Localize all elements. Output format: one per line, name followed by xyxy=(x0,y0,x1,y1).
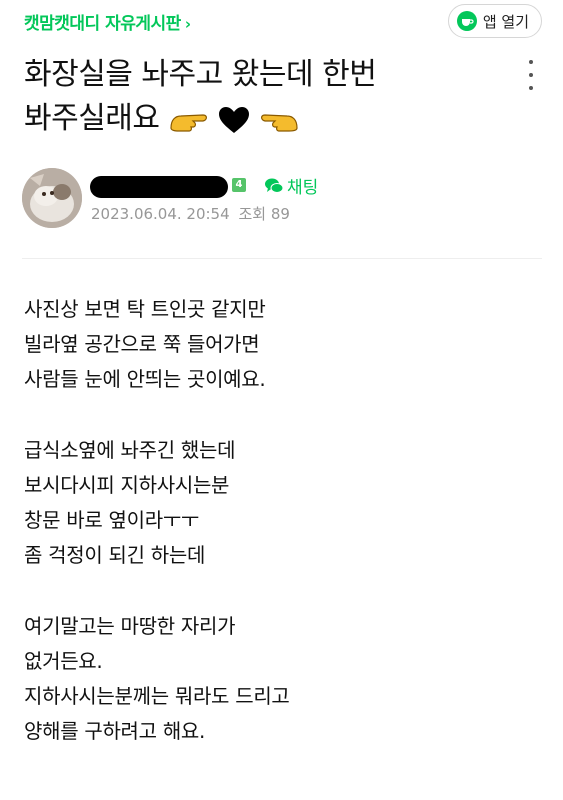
body-line: 빌라옆 공간으로 쭉 들어가면 xyxy=(24,332,260,356)
cafe-cup-icon xyxy=(456,11,477,31)
body-line: 지하사시는분께는 뭐라도 드리고 xyxy=(24,684,290,708)
body-line: 보시다시피 지하사시는분 xyxy=(24,473,230,497)
member-level-badge: 4 xyxy=(232,178,246,192)
views-label: 조회 xyxy=(238,205,267,223)
black-heart-icon xyxy=(218,107,249,133)
hand-pointing-right-icon xyxy=(169,114,207,132)
open-app-label: 앱 열기 xyxy=(482,12,529,31)
board-link[interactable]: 캣맘캣대디 자유게시판 › xyxy=(24,9,191,34)
title-line-2: 봐주실래요 xyxy=(24,101,160,136)
chat-button[interactable]: 채팅 xyxy=(264,173,318,198)
more-dot-icon xyxy=(529,73,533,77)
avatar-image xyxy=(22,168,82,228)
body-line: 사람들 눈에 안띄는 곳이예요. xyxy=(24,367,266,391)
chat-label: 채팅 xyxy=(287,178,319,198)
chat-bubble-icon xyxy=(265,178,284,193)
post-date: 2023.06.04. 20:54 xyxy=(91,205,230,223)
more-dot-icon xyxy=(529,86,533,90)
chevron-right-icon: › xyxy=(184,15,191,33)
body-line: 없거든요. xyxy=(24,649,103,673)
avatar[interactable] xyxy=(22,168,82,228)
top-bar: 캣맘캣대디 자유게시판 › 앱 열기 xyxy=(0,0,563,42)
post-meta: 2023.06.04. 20:54 조회 89 xyxy=(91,203,290,224)
board-name: 캣맘캣대디 자유게시판 xyxy=(24,14,181,34)
body-line: 급식소옆에 놔주긴 했는데 xyxy=(24,438,236,462)
more-dot-icon xyxy=(529,60,533,64)
body-line: 좀 걱정이 되긴 하는데 xyxy=(24,543,206,567)
redacted-nickname[interactable] xyxy=(90,176,228,198)
post-body: 사진상 보면 탁 트인곳 같지만 빌라옆 공간으로 쭉 들어가면 사람들 눈에 … xyxy=(24,292,539,749)
open-app-button[interactable]: 앱 열기 xyxy=(447,4,542,38)
title-line-1: 화장실을 놔주고 왔는데 한번 xyxy=(24,57,377,92)
divider xyxy=(22,258,542,259)
body-line: 사진상 보면 탁 트인곳 같지만 xyxy=(24,297,266,321)
post-title: 화장실을 놔주고 왔는데 한번 봐주실래요 xyxy=(24,53,494,141)
hand-pointing-left-icon xyxy=(260,114,298,132)
body-line: 여기말고는 마땅한 자리가 xyxy=(24,614,236,638)
author-info: 4 채팅 2023.06.04. 20:54 조회 89 xyxy=(22,168,542,232)
body-line: 창문 바로 옆이라ㅜㅜ xyxy=(24,508,200,532)
views-count: 89 xyxy=(270,205,290,223)
body-line: 양해를 구하려고 해요. xyxy=(24,719,206,743)
more-options-button[interactable] xyxy=(521,60,541,90)
